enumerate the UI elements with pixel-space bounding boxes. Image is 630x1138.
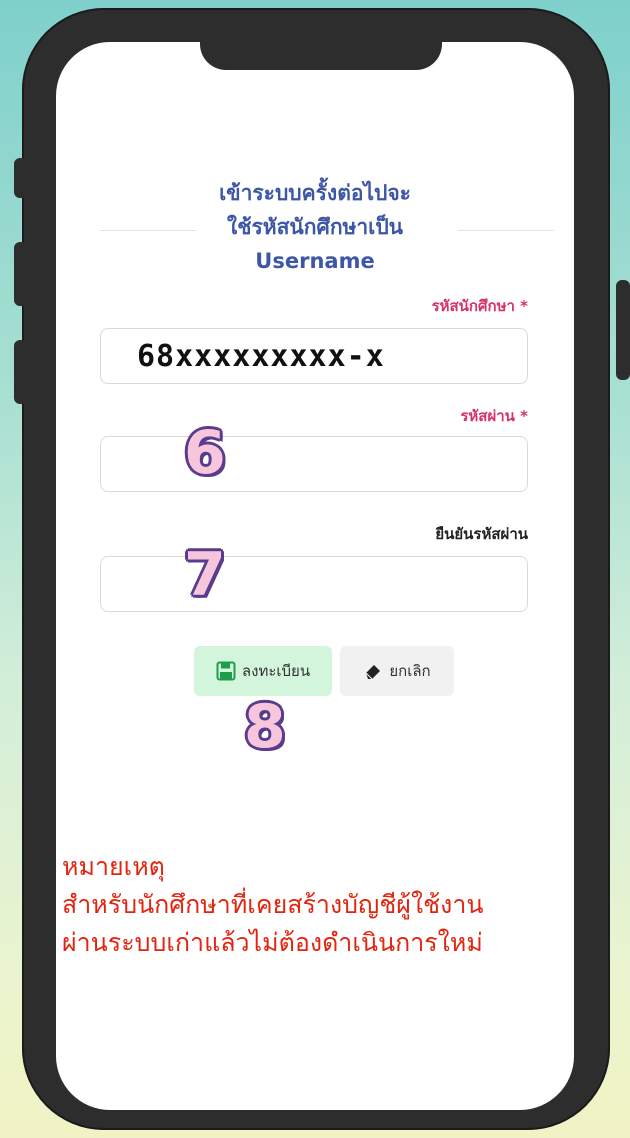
student-id-value: 68xxxxxxxxx-x — [137, 339, 385, 374]
phone-notch — [200, 40, 442, 70]
register-button[interactable]: ลงทะเบียน — [194, 646, 332, 696]
password-input[interactable] — [100, 436, 528, 492]
note-line-2: ผ่านระบบเก่าแล้วไม่ต้องดำเนินการใหม่ — [62, 928, 483, 957]
confirm-password-label: ยืนยันรหัสผ่าน — [435, 525, 528, 543]
phone-volume-down-button — [14, 340, 28, 404]
title-line-3: Username — [255, 249, 375, 273]
title-line-1: เข้าระบบครั้งต่อไปจะ — [219, 181, 411, 205]
page-title: เข้าระบบครั้งต่อไปจะ ใช้รหัสนักศึกษาเป็น… — [0, 176, 630, 278]
cancel-button[interactable]: ยกเลิก — [340, 646, 454, 696]
step-marker-7: 7 — [184, 540, 226, 610]
note-section: หมายเหตุ สำหรับนักศึกษาที่เคยสร้างบัญชีผ… — [62, 848, 602, 962]
register-button-label: ลงทะเบียน — [241, 662, 311, 680]
note-heading: หมายเหตุ — [62, 852, 165, 881]
title-line-2: ใช้รหัสนักศึกษาเป็น — [226, 215, 404, 239]
save-icon — [216, 661, 236, 681]
confirm-password-input[interactable] — [100, 556, 528, 612]
student-id-input[interactable]: 68xxxxxxxxx-x — [100, 328, 528, 384]
password-label: รหัสผ่าน * — [460, 407, 528, 425]
cancel-button-label: ยกเลิก — [389, 662, 431, 680]
note-line-1: สำหรับนักศึกษาที่เคยสร้างบัญชีผู้ใช้งาน — [62, 890, 484, 919]
phone-power-button — [616, 280, 630, 380]
student-id-label: รหัสนักศึกษา * — [431, 297, 528, 315]
eraser-icon — [363, 661, 383, 681]
step-marker-8: 8 — [244, 692, 286, 762]
step-marker-6: 6 — [184, 418, 226, 488]
